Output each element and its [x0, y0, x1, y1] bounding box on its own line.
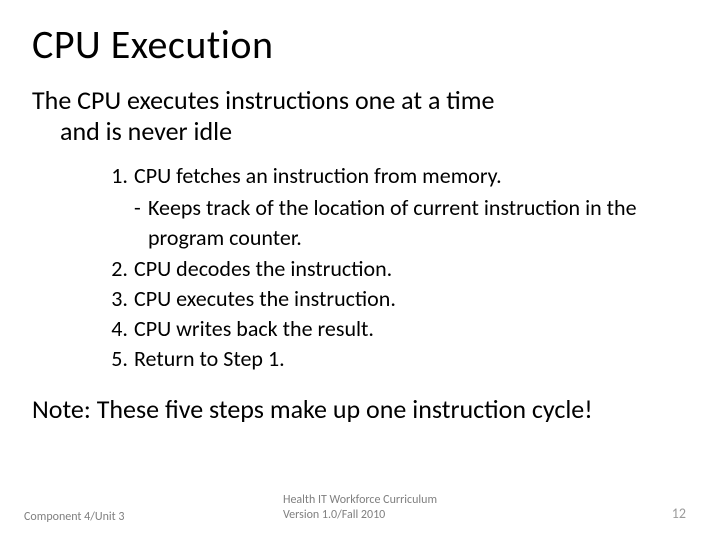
list-item: 4. CPU writes back the result.: [102, 314, 688, 344]
step-text: CPU writes back the result.: [134, 314, 688, 344]
footer-center-line-1: Health IT Workforce Curriculum: [283, 493, 437, 509]
lead-line-2: and is never idle: [32, 116, 688, 147]
step-text: CPU decodes the instruction.: [134, 254, 688, 284]
step-text: CPU fetches an instruction from memory.: [134, 161, 688, 191]
footer-left: Component 4/Unit 3: [24, 510, 124, 524]
step-number: 4.: [102, 314, 128, 344]
page-number: 12: [672, 505, 686, 522]
footer: Component 4/Unit 3 Health IT Workforce C…: [0, 493, 720, 524]
sub-list-item: - Keeps track of the location of current…: [102, 193, 688, 252]
sub-dash: -: [134, 193, 148, 252]
step-number: 1.: [102, 161, 128, 191]
lead-line-1: The CPU executes instructions one at a t…: [32, 84, 494, 116]
step-number: 2.: [102, 254, 128, 284]
note-text: Note: These five steps make up one instr…: [32, 393, 688, 425]
slide: CPU Execution The CPU executes instructi…: [0, 0, 720, 540]
footer-center-line-2: Version 1.0/Fall 2010: [283, 508, 437, 524]
list-item: 1. CPU fetches an instruction from memor…: [102, 161, 688, 191]
list-item: 2. CPU decodes the instruction.: [102, 254, 688, 284]
step-number: 3.: [102, 284, 128, 314]
list-item: 5. Return to Step 1.: [102, 344, 688, 374]
lead-text: The CPU executes instructions one at a t…: [32, 85, 688, 147]
step-text: Return to Step 1.: [134, 344, 688, 374]
step-text: CPU executes the instruction.: [134, 284, 688, 314]
slide-title: CPU Execution: [32, 20, 688, 69]
footer-center: Health IT Workforce Curriculum Version 1…: [283, 493, 437, 524]
steps-list: 1. CPU fetches an instruction from memor…: [32, 161, 688, 373]
sub-text: Keeps track of the location of current i…: [148, 193, 688, 252]
step-number: 5.: [102, 344, 128, 374]
list-item: 3. CPU executes the instruction.: [102, 284, 688, 314]
